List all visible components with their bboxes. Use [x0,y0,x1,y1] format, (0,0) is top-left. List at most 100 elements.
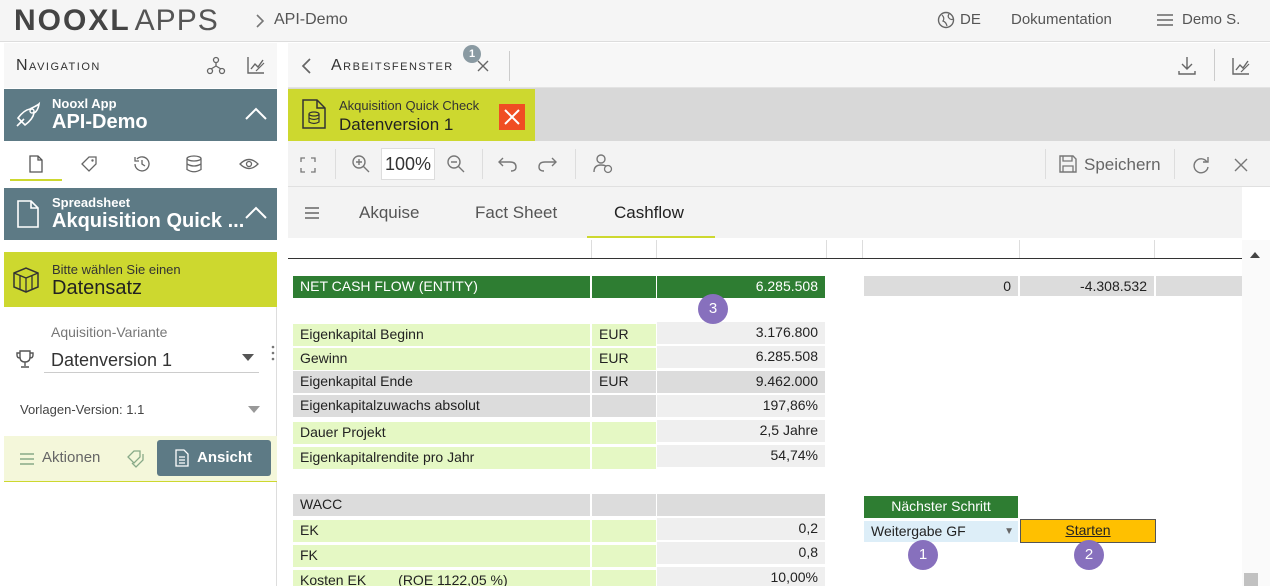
menu-icon[interactable] [20,453,34,465]
navigation-header: Navigation [4,43,277,88]
step-marker: 1 [908,540,938,570]
save-button[interactable]: Speichern [1059,153,1163,177]
tab-caption: Akquisition Quick Check [339,98,480,113]
download-icon[interactable] [1177,56,1197,76]
tab-fact-sheet[interactable]: Fact Sheet [475,203,557,223]
scroll-thumb[interactable] [1244,573,1258,586]
cell[interactable] [592,545,656,567]
spreadsheet-name: Akquisition Quick ... [52,210,245,232]
row-label[interactable]: Kosten EK (ROE 1122,05 %) [293,570,590,586]
breadcrumb[interactable]: API-Demo [274,11,348,29]
tag-icon[interactable] [80,155,98,173]
more-vertical-icon[interactable] [271,345,275,361]
chart-icon[interactable] [1231,56,1251,76]
cell[interactable] [657,494,825,516]
spreadsheet-panel[interactable]: Spreadsheet Akquisition Quick ... [4,188,277,240]
vertical-scrollbar[interactable] [1242,240,1270,586]
documentation-link[interactable]: Dokumentation [1011,11,1112,28]
row-value[interactable]: 10,00% [657,567,825,586]
back-icon[interactable] [300,57,312,75]
spreadsheet-grid[interactable]: NET CASH FLOW (ENTITY) 6.285.508 0 -4.30… [288,240,1242,586]
variant-select[interactable]: Datenversion 1 [44,343,259,373]
cell[interactable] [592,520,656,542]
wacc-label[interactable]: WACC [293,494,590,516]
app-logo[interactable]: NOOXL APPS [14,4,219,38]
fullscreen-icon[interactable] [300,157,316,173]
cell[interactable] [592,570,656,586]
row-unit[interactable] [592,395,656,417]
eye-icon[interactable] [239,157,259,171]
row-value[interactable]: 6.285.508 [657,346,825,368]
sheet-toolbar: 100% Speichern [288,141,1270,187]
row-value[interactable]: 0,8 [657,542,825,564]
row-value[interactable]: 9.462.000 [657,371,825,393]
cell[interactable] [592,276,656,298]
zoom-out-icon[interactable] [446,154,466,174]
row-label[interactable]: Eigenkapital Ende [293,371,590,393]
tab-documents[interactable] [10,143,62,181]
user-menu[interactable]: Demo S. [1182,11,1240,28]
view-button[interactable]: Ansicht [157,440,271,476]
next-step-select[interactable]: Weitergabe GF ▼ [864,521,1018,542]
collapse-icon[interactable] [244,107,268,121]
document-tab[interactable]: Akquisition Quick Check Datenversion 1 [288,89,535,141]
close-icon[interactable] [1234,158,1248,172]
history-icon[interactable] [133,155,151,173]
trophy-icon [16,349,34,369]
row-unit[interactable]: EUR [592,324,656,346]
language-selector[interactable]: DE [960,11,981,28]
ncf-right-1[interactable]: 0 [864,276,1018,296]
row-unit[interactable] [592,447,656,469]
actions-label[interactable]: Aktionen [42,449,100,466]
refresh-icon[interactable] [1192,156,1210,174]
ncf-value[interactable]: 6.285.508 [657,276,825,298]
zoom-value: 100% [384,154,432,174]
user-settings-icon[interactable] [592,153,614,175]
tab-name: Datenversion 1 [339,115,454,134]
dataset-panel[interactable]: Bitte wählen Sie einen Datensatz [4,252,277,307]
tags-icon[interactable] [126,449,146,469]
hierarchy-icon[interactable] [206,56,226,76]
tab-akquise[interactable]: Akquise [359,203,419,223]
row-label[interactable]: FK [293,545,590,567]
collapse-icon[interactable] [244,206,268,220]
row-value[interactable]: 2,5 Jahre [657,420,825,442]
row-unit[interactable]: EUR [592,371,656,393]
column-line [656,240,657,258]
tab-cashflow[interactable]: Cashflow [614,203,684,223]
database-icon[interactable] [185,155,203,173]
row-unit[interactable]: EUR [592,348,656,370]
zoom-in-icon[interactable] [351,154,371,174]
menu-icon[interactable] [1157,13,1173,27]
ncf-label[interactable]: NET CASH FLOW (ENTITY) [293,276,590,298]
box-icon [12,266,40,294]
document-icon [16,200,40,228]
row-value[interactable]: 0,2 [657,518,825,540]
app-panel[interactable]: Nooxl App API-Demo [4,89,277,141]
redo-icon[interactable] [537,155,557,173]
zoom-field[interactable]: 100% [381,148,435,180]
close-tab-button[interactable] [499,104,525,130]
row-value[interactable]: 3.176.800 [657,322,825,344]
caret-down-icon[interactable] [248,406,260,414]
row-label[interactable]: Eigenkapital Beginn [293,324,590,346]
row-label[interactable]: EK [293,520,590,542]
row-unit[interactable] [592,422,656,444]
divider [1214,49,1215,81]
cell[interactable] [1156,276,1242,296]
undo-icon[interactable] [498,155,518,173]
menu-icon[interactable] [305,207,319,219]
row-label[interactable]: Eigenkapitalzuwachs absolut [293,395,590,417]
close-icon[interactable] [477,60,489,72]
row-label[interactable]: Eigenkapitalrendite pro Jahr [293,447,590,469]
ncf-right-2[interactable]: -4.308.532 [1020,276,1154,296]
row-label[interactable]: Gewinn [293,348,590,370]
row-label[interactable]: Dauer Projekt [293,422,590,444]
cell[interactable] [592,494,656,516]
row-value[interactable]: 54,74% [657,445,825,467]
chart-icon[interactable] [246,55,266,75]
row-value[interactable]: 197,86% [657,395,825,417]
globe-icon[interactable] [937,11,955,29]
actions-bar: Aktionen Ansicht [4,436,277,482]
scroll-up-icon[interactable] [1250,252,1260,258]
